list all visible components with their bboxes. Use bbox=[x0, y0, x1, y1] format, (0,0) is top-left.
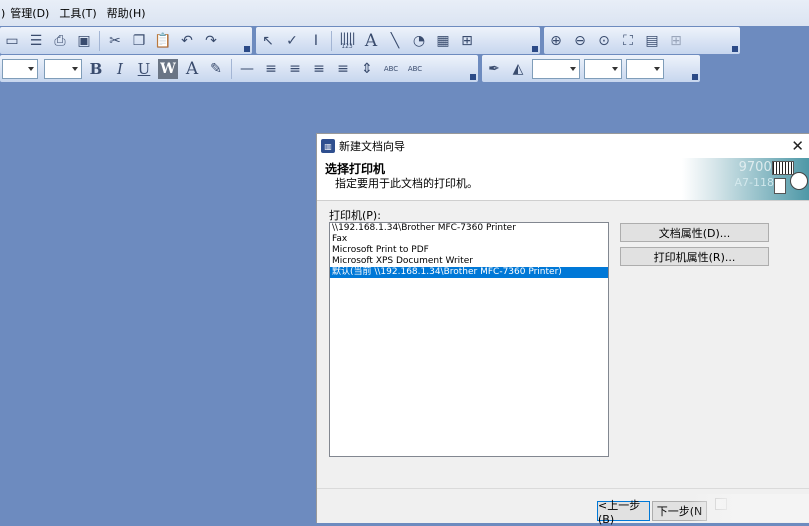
toolbar-format: B I U W A ✎ — ≡ ≡ ≡ ≡ ⇕ ABC ABC bbox=[0, 55, 478, 82]
align-left-icon[interactable]: ≡ bbox=[261, 59, 281, 79]
shape-tool-icon[interactable]: ◔ bbox=[409, 31, 429, 51]
text-rotate-icon[interactable]: ABC bbox=[405, 59, 425, 79]
dialog-titlebar[interactable]: ▥ 新建文档向导 ✕ bbox=[317, 134, 809, 158]
toolbar-grip[interactable] bbox=[470, 74, 476, 80]
full-screen-icon[interactable]: ⛶ bbox=[618, 31, 638, 51]
zoom-out-icon[interactable]: ⊖ bbox=[570, 31, 590, 51]
toolbar-grip[interactable] bbox=[244, 46, 250, 52]
printer-label: 打印机(P): bbox=[329, 209, 381, 222]
line-style-select[interactable] bbox=[584, 58, 622, 79]
toolbar-grip[interactable] bbox=[532, 46, 538, 52]
document-icon bbox=[774, 178, 786, 194]
vertical-align-icon[interactable]: ⇕ bbox=[357, 59, 377, 79]
underline-button[interactable]: U bbox=[134, 59, 154, 79]
toolbar-zoom: ⊕ ⊖ ⊙ ⛶ ▤ ⊞ bbox=[544, 27, 740, 54]
wrap-button[interactable]: W bbox=[158, 58, 178, 79]
copy-icon[interactable]: ❐ bbox=[129, 31, 149, 51]
toolbar-lines: ✒ ◭ bbox=[482, 55, 700, 82]
print-icon[interactable]: ⎙ bbox=[50, 31, 70, 51]
list-item[interactable]: \\192.168.1.34\Brother MFC-7360 Printer bbox=[330, 223, 608, 234]
italic-button[interactable]: I bbox=[110, 59, 130, 79]
redo-icon[interactable]: ↷ bbox=[201, 31, 221, 51]
new-document-wizard-dialog: ▥ 新建文档向导 ✕ 选择打印机 指定要用于此文档的打印机。 97001 A7-… bbox=[316, 133, 809, 526]
line-width-select[interactable] bbox=[532, 58, 580, 79]
bold-button[interactable]: B bbox=[86, 59, 106, 79]
text-tool-icon[interactable]: A bbox=[361, 31, 381, 51]
wizard-step-subtitle: 指定要用于此文档的打印机。 bbox=[335, 177, 478, 190]
database-icon[interactable]: ☰ bbox=[26, 31, 46, 51]
zoom-in-icon[interactable]: ⊕ bbox=[546, 31, 566, 51]
new-document-icon[interactable]: ▭ bbox=[2, 31, 22, 51]
paste-icon[interactable]: 📋 bbox=[153, 31, 173, 51]
close-icon[interactable]: ✕ bbox=[791, 137, 804, 155]
print-preview-icon[interactable]: ▣ bbox=[74, 31, 94, 51]
toolbar-separator bbox=[231, 58, 232, 79]
banner-text: A7-118 bbox=[734, 176, 775, 189]
fill-color-icon[interactable]: ◭ bbox=[508, 59, 528, 79]
back-button[interactable]: <上一步(B) bbox=[597, 499, 650, 526]
list-item[interactable]: Microsoft Print to PDF bbox=[330, 245, 608, 256]
align-center-icon[interactable]: ≡ bbox=[285, 59, 305, 79]
disc-icon bbox=[790, 172, 808, 190]
toolbar-grip[interactable] bbox=[732, 46, 738, 52]
image-tool-icon[interactable]: ▦ bbox=[433, 31, 453, 51]
list-item[interactable]: Microsoft XPS Document Writer bbox=[330, 256, 608, 267]
toolbar-separator bbox=[99, 30, 100, 51]
zoom-fit-icon[interactable]: ⊙ bbox=[594, 31, 614, 51]
toolbar-objects: ↖ ✓ I ||||| 123 A ╲ ◔ ▦ ⊞ bbox=[256, 27, 540, 54]
watermark-overlay bbox=[690, 494, 809, 522]
list-item[interactable]: Fax bbox=[330, 234, 608, 245]
line-tool-icon[interactable]: ╲ bbox=[385, 31, 405, 51]
clip-tool-icon[interactable]: ⊞ bbox=[457, 31, 477, 51]
toolbar-grip[interactable] bbox=[692, 74, 698, 80]
barcode-icon[interactable]: ||||| 123 bbox=[337, 31, 357, 51]
printer-properties-button[interactable]: 打印机属性(R)... bbox=[620, 247, 769, 266]
wizard-banner-image: 97001 A7-118 bbox=[682, 158, 809, 200]
highlight-icon[interactable]: ✎ bbox=[206, 59, 226, 79]
wizard-header: 选择打印机 指定要用于此文档的打印机。 97001 A7-118 bbox=[317, 158, 809, 201]
grid-icon[interactable]: ⊞ bbox=[666, 31, 686, 51]
pen-color-icon[interactable]: ✒ bbox=[484, 59, 504, 79]
menu-item-manage[interactable]: 管理(D) bbox=[5, 5, 54, 21]
select-arrow-icon[interactable]: ↖ bbox=[258, 31, 278, 51]
menu-item-tools[interactable]: 工具(T) bbox=[54, 5, 101, 21]
menu-bar: ) 管理(D) 工具(T) 帮助(H) bbox=[0, 0, 809, 26]
app-icon: ▥ bbox=[321, 139, 335, 153]
border-style-select[interactable] bbox=[626, 58, 664, 79]
cut-icon[interactable]: ✂ bbox=[105, 31, 125, 51]
justify-icon[interactable]: ≡ bbox=[333, 59, 353, 79]
text-direction-icon[interactable]: ABC bbox=[381, 59, 401, 79]
font-color-button[interactable]: A bbox=[182, 59, 202, 79]
undo-icon[interactable]: ↶ bbox=[177, 31, 197, 51]
list-item-selected[interactable]: 默认(当前 \\192.168.1.34\Brother MFC-7360 Pr… bbox=[330, 267, 608, 278]
footer-divider bbox=[317, 488, 809, 489]
document-properties-button[interactable]: 文档属性(D)... bbox=[620, 223, 769, 242]
font-name-select[interactable] bbox=[2, 58, 38, 79]
align-right-icon[interactable]: ≡ bbox=[309, 59, 329, 79]
toolbar-separator bbox=[331, 30, 332, 51]
printer-list[interactable]: \\192.168.1.34\Brother MFC-7360 Printer … bbox=[329, 222, 609, 457]
menu-item-help[interactable]: 帮助(H) bbox=[102, 5, 151, 21]
barcode-icon bbox=[772, 161, 794, 175]
toolbar-standard: ▭ ☰ ⎙ ▣ ✂ ❐ 📋 ↶ ↷ bbox=[0, 27, 252, 54]
font-size-select[interactable] bbox=[44, 58, 82, 79]
check-tool-icon[interactable]: ✓ bbox=[282, 31, 302, 51]
barcode-label: 123 bbox=[341, 42, 353, 50]
dialog-title: 新建文档向导 bbox=[339, 140, 405, 153]
text-cursor-icon[interactable]: I bbox=[306, 31, 326, 51]
horizontal-line-icon[interactable]: — bbox=[237, 59, 257, 79]
layout-icon[interactable]: ▤ bbox=[642, 31, 662, 51]
